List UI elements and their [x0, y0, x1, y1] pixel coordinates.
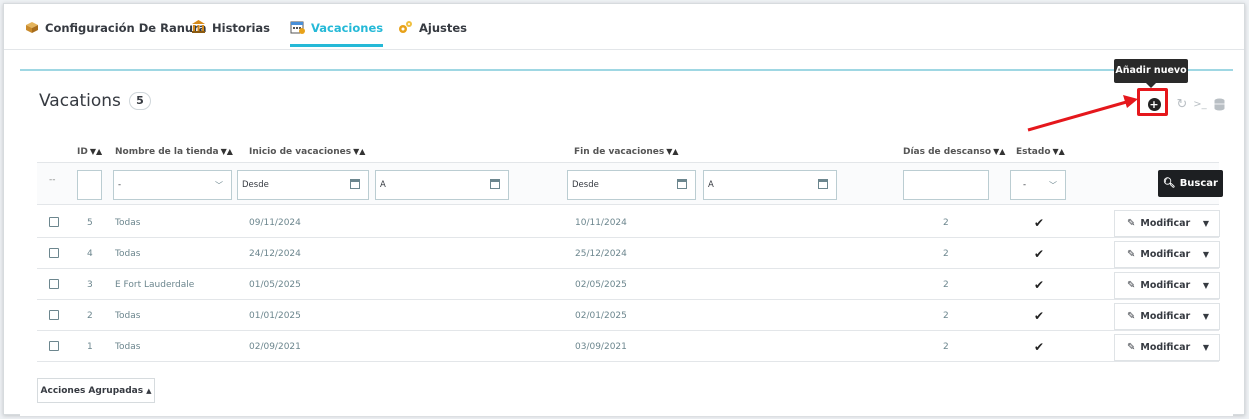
refresh-button[interactable]: ↻ [1175, 96, 1189, 112]
edit-button[interactable]: ✎ Modificar ▼ [1114, 272, 1220, 299]
col-id[interactable]: ID ▼▲ [77, 147, 102, 157]
sql-terminal-icon: >_ [1193, 98, 1207, 110]
chevron-down-icon: ﹀ [1049, 181, 1057, 190]
search-button[interactable]: 🔍︎ Buscar [1158, 170, 1223, 197]
filter-row: -- - ﹀ Desde A Desde A - ﹀ 🔍︎ Buscar [37, 162, 1223, 205]
gears-icon [399, 21, 412, 33]
bank-icon [192, 20, 205, 33]
col-days[interactable]: Días de descanso ▼▲ [903, 147, 1005, 157]
tab-label: Configuración De Ranura [45, 21, 207, 35]
check-icon[interactable]: ✔ [1034, 278, 1044, 292]
sort-icon[interactable]: ▼▲ [353, 147, 365, 156]
sql-button[interactable]: >_ [1191, 97, 1209, 111]
calendar-icon[interactable] [818, 179, 828, 189]
store-filter-select[interactable]: - ﹀ [113, 170, 232, 200]
calendar-icon[interactable] [490, 179, 500, 189]
calendar-icon [290, 21, 305, 34]
filter-dashes: -- [49, 175, 56, 185]
caret-up-icon: ▲ [146, 386, 152, 395]
chevron-down-icon: ﹀ [215, 181, 223, 190]
check-icon[interactable]: ✔ [1034, 216, 1044, 230]
calendar-icon[interactable] [677, 179, 687, 189]
sort-icon[interactable]: ▼▲ [90, 147, 102, 156]
admin-window: Configuración De Ranura Historias Vacaci… [3, 3, 1245, 416]
status-filter-select[interactable]: - ﹀ [1010, 170, 1066, 200]
box-icon [26, 22, 38, 33]
sort-icon[interactable]: ▼▲ [666, 147, 678, 156]
tab-slot-config[interactable]: Configuración De Ranura [24, 21, 207, 47]
tab-label: Historias [212, 21, 271, 35]
row-checkbox[interactable] [49, 217, 59, 227]
caret-down-icon[interactable]: ▼ [1203, 219, 1209, 228]
row-checkbox[interactable] [49, 248, 59, 258]
pencil-icon: ✎ [1127, 218, 1136, 229]
tab-ajustes[interactable]: Ajustes [398, 21, 467, 47]
bulk-actions-button[interactable]: Acciones Agrupadas ▲ [37, 378, 155, 403]
tab-label: Ajustes [419, 21, 468, 35]
pencil-icon: ✎ [1127, 342, 1136, 353]
edit-button[interactable]: ✎ Modificar ▼ [1114, 210, 1220, 237]
tab-label: Vacaciones [311, 21, 384, 35]
edit-button[interactable]: ✎ Modificar ▼ [1114, 241, 1220, 268]
database-icon [1214, 98, 1224, 110]
check-icon[interactable]: ✔ [1034, 247, 1044, 261]
id-filter-input[interactable] [77, 170, 102, 200]
sort-icon[interactable]: ▼▲ [221, 147, 233, 156]
row-checkbox[interactable] [49, 279, 59, 289]
export-button[interactable] [1212, 97, 1226, 111]
add-new-button[interactable]: + [1145, 95, 1163, 113]
caret-down-icon[interactable]: ▼ [1203, 250, 1209, 259]
start-from-input[interactable]: Desde [237, 170, 369, 200]
panel-title-text: Vacations [39, 91, 121, 111]
col-store[interactable]: Nombre de la tienda ▼▲ [115, 147, 233, 157]
row-checkbox[interactable] [49, 341, 59, 351]
col-status[interactable]: Estado ▼▲ [1016, 147, 1065, 157]
check-icon[interactable]: ✔ [1034, 340, 1044, 354]
end-from-input[interactable]: Desde [567, 170, 696, 200]
check-icon[interactable]: ✔ [1034, 309, 1044, 323]
end-to-input[interactable]: A [703, 170, 837, 200]
tab-historias[interactable]: Historias [191, 20, 271, 47]
pencil-icon: ✎ [1127, 280, 1136, 291]
start-to-input[interactable]: A [375, 170, 509, 200]
calendar-icon[interactable] [350, 179, 360, 189]
add-new-tooltip: Añadir nuevo [1114, 59, 1188, 88]
col-end[interactable]: Fin de vacaciones ▼▲ [574, 147, 679, 157]
refresh-icon: ↻ [1176, 96, 1188, 112]
caret-down-icon[interactable]: ▼ [1203, 281, 1209, 290]
search-icon: 🔍︎ [1162, 178, 1176, 189]
pencil-icon: ✎ [1127, 311, 1136, 322]
tab-vacaciones[interactable]: Vacaciones [290, 21, 384, 47]
table-row[interactable]: 2 Todas 01/01/2025 02/01/2025 2 ✔ ✎ Modi… [37, 301, 1220, 331]
row-checkbox[interactable] [49, 310, 59, 320]
table-row[interactable]: 3 E Fort Lauderdale 01/05/2025 02/05/202… [37, 270, 1220, 300]
count-badge: 5 [128, 92, 151, 110]
sort-icon[interactable]: ▼▲ [1053, 147, 1065, 156]
add-new-icon: + [1147, 97, 1161, 111]
module-tabs: Configuración De Ranura Historias Vacaci… [4, 4, 1244, 50]
days-filter-input[interactable] [903, 170, 989, 200]
edit-button[interactable]: ✎ Modificar ▼ [1114, 303, 1220, 330]
panel-title: Vacations 5 [39, 91, 151, 111]
caret-down-icon[interactable]: ▼ [1203, 343, 1209, 352]
vacations-panel: Vacations 5 Añadir nuevo + ↻ >_ ID ▼▲ No… [20, 59, 1233, 416]
col-start[interactable]: Inicio de vacaciones ▼▲ [249, 147, 365, 157]
table-row[interactable]: 1 Todas 02/09/2021 03/09/2021 2 ✔ ✎ Modi… [37, 332, 1220, 362]
pencil-icon: ✎ [1127, 249, 1136, 260]
caret-down-icon[interactable]: ▼ [1203, 312, 1209, 321]
table-row[interactable]: 5 Todas 09/11/2024 10/11/2024 2 ✔ ✎ Modi… [37, 208, 1220, 238]
edit-button[interactable]: ✎ Modificar ▼ [1114, 334, 1220, 361]
table-row[interactable]: 4 Todas 24/12/2024 25/12/2024 2 ✔ ✎ Modi… [37, 239, 1220, 269]
sort-icon[interactable]: ▼▲ [993, 147, 1005, 156]
